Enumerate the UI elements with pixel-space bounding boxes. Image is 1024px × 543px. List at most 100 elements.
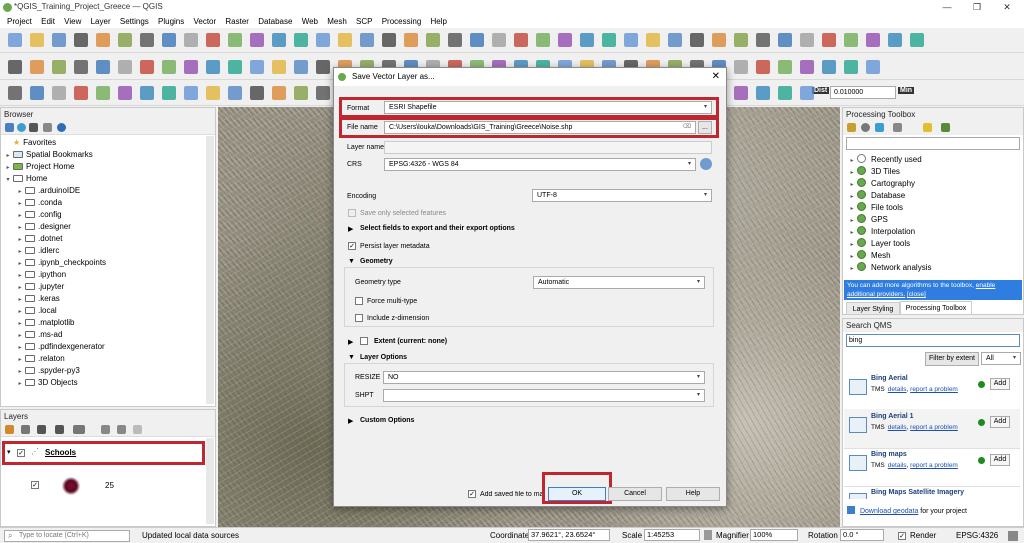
toolbar-icon[interactable] — [756, 60, 770, 74]
toolbar-icon[interactable] — [294, 33, 308, 47]
toolbar-icon[interactable] — [96, 33, 110, 47]
toolbar-icon[interactable] — [272, 86, 286, 100]
toolbar-icon[interactable] — [52, 60, 66, 74]
toolbar-icon[interactable] — [316, 60, 330, 74]
toolbar-icon[interactable] — [778, 86, 792, 100]
toolbox-item[interactable]: ▸ 3D Tiles — [843, 166, 1013, 178]
browser-item[interactable]: ▸ Project Home — [1, 161, 215, 173]
toolbar-icon[interactable] — [360, 33, 374, 47]
browser-item[interactable]: ▸ .designer — [1, 221, 215, 233]
toolbar-icon[interactable] — [118, 60, 132, 74]
close-window-button[interactable]: ✕ — [992, 0, 1022, 15]
tab-layer-styling[interactable]: Layer Styling — [846, 302, 900, 315]
toolbox-search-input[interactable] — [846, 137, 1020, 150]
toolbox-item[interactable]: ▸ File tools — [843, 202, 1013, 214]
toolbar-icon[interactable] — [206, 60, 220, 74]
shpt-select[interactable]: ▾ — [383, 389, 705, 402]
toolbar-icon[interactable] — [426, 33, 440, 47]
menu-settings[interactable]: Settings — [120, 15, 149, 28]
menu-raster[interactable]: Raster — [225, 15, 249, 28]
toolbar-icon[interactable] — [492, 33, 506, 47]
toolbox-item[interactable]: ▸ Layer tools — [843, 238, 1013, 250]
toolbar-icon[interactable] — [30, 86, 44, 100]
toolbar-icon[interactable] — [8, 60, 22, 74]
toolbar-icon[interactable] — [800, 33, 814, 47]
layer-options-header[interactable]: Layer Options — [360, 354, 407, 361]
toolbar-icon[interactable] — [206, 86, 220, 100]
toolbar-icon[interactable] — [756, 86, 770, 100]
toolbar-icon[interactable] — [74, 60, 88, 74]
custom-options-expand-icon[interactable]: ▶ — [348, 417, 353, 425]
toolbox-item[interactable]: ▸ Network analysis — [843, 262, 1013, 274]
toolbar-icon[interactable] — [184, 60, 198, 74]
browser-item[interactable]: ▸ .ipython — [1, 269, 215, 281]
geometry-header[interactable]: Geometry — [360, 258, 393, 265]
toolbar-icon[interactable] — [118, 86, 132, 100]
expression-filter-icon[interactable] — [73, 425, 85, 434]
browser-item[interactable]: ▸ .relaton — [1, 353, 215, 365]
toolbar-icon[interactable] — [272, 60, 286, 74]
browser-item[interactable]: ▸ .keras — [1, 293, 215, 305]
toolbar-icon[interactable] — [74, 86, 88, 100]
maximize-button[interactable]: ❐ — [962, 0, 992, 15]
toolbar-icon[interactable] — [140, 86, 154, 100]
geometry-type-select[interactable]: Automatic ▾ — [533, 276, 705, 289]
toolbar-icon[interactable] — [558, 33, 572, 47]
toolbar-icon[interactable] — [382, 33, 396, 47]
dist-input[interactable]: 0.010000 — [830, 86, 896, 99]
toolbar-icon[interactable] — [866, 60, 880, 74]
layers-scrollbar[interactable] — [206, 438, 214, 524]
refresh-icon[interactable] — [17, 123, 26, 132]
options-icon[interactable] — [923, 123, 932, 132]
toolbar-icon[interactable] — [910, 33, 924, 47]
dialog-close-icon[interactable]: ✕ — [712, 68, 720, 86]
toolbar-icon[interactable] — [822, 33, 836, 47]
help-button[interactable]: Help — [666, 487, 720, 501]
toolbar-icon[interactable] — [294, 86, 308, 100]
models-icon[interactable] — [847, 123, 856, 132]
minimize-button[interactable]: — — [932, 0, 962, 15]
toolbar-icon[interactable] — [294, 60, 308, 74]
filter-icon[interactable] — [29, 123, 38, 132]
toolbar-icon[interactable] — [228, 60, 242, 74]
browser-scrollbar[interactable] — [206, 136, 214, 404]
results-icon[interactable] — [875, 123, 884, 132]
toolbar-icon[interactable] — [866, 33, 880, 47]
menu-plugins[interactable]: Plugins — [158, 15, 184, 28]
menu-database[interactable]: Database — [258, 15, 292, 28]
details-link[interactable]: details — [888, 424, 907, 431]
browser-item[interactable]: ▸ .conda — [1, 197, 215, 209]
browser-item[interactable]: ▸ .local — [1, 305, 215, 317]
toolbar-icon[interactable] — [514, 33, 528, 47]
save-selected-checkbox[interactable] — [348, 209, 356, 217]
toolbar-icon[interactable] — [250, 33, 264, 47]
toolbar-icon[interactable] — [624, 33, 638, 47]
browser-item[interactable]: ▸ .arduinoIDE — [1, 185, 215, 197]
crs-select[interactable]: EPSG:4326 - WGS 84 ▾ — [384, 158, 696, 171]
toolbar-icon[interactable] — [52, 86, 66, 100]
toolbar-icon[interactable] — [96, 60, 110, 74]
geometry-collapse-icon[interactable]: ▼ — [348, 258, 355, 265]
close-info-link[interactable]: [close] — [907, 291, 926, 298]
toolbar-icon[interactable] — [800, 60, 814, 74]
resize-select[interactable]: NO ▾ — [383, 371, 705, 384]
layername-input[interactable] — [384, 141, 712, 154]
select-fields-arrow-icon[interactable]: ▶ — [348, 225, 353, 233]
rotation-value[interactable]: 0.0 ° — [840, 529, 884, 541]
toolbar-icon[interactable] — [74, 33, 88, 47]
browser-item[interactable]: ★ Favorites — [1, 137, 215, 149]
toolbar-icon[interactable] — [250, 86, 264, 100]
menu-scp[interactable]: SCP — [356, 15, 372, 28]
details-link[interactable]: details — [888, 386, 907, 393]
add-saved-checkbox[interactable]: ✓ — [468, 490, 476, 498]
menu-layer[interactable]: Layer — [91, 15, 111, 28]
qms-search-input[interactable]: bing — [846, 334, 1020, 347]
toolbar-icon[interactable] — [778, 60, 792, 74]
crs-selector-icon[interactable] — [700, 158, 712, 170]
toolbar-icon[interactable] — [668, 33, 682, 47]
python-icon[interactable] — [941, 123, 950, 132]
toolbar-icon[interactable] — [8, 86, 22, 100]
toolbar-icon[interactable] — [272, 33, 286, 47]
browser-item[interactable]: ▸ .ipynb_checkpoints — [1, 257, 215, 269]
toolbar-icon[interactable] — [734, 86, 748, 100]
